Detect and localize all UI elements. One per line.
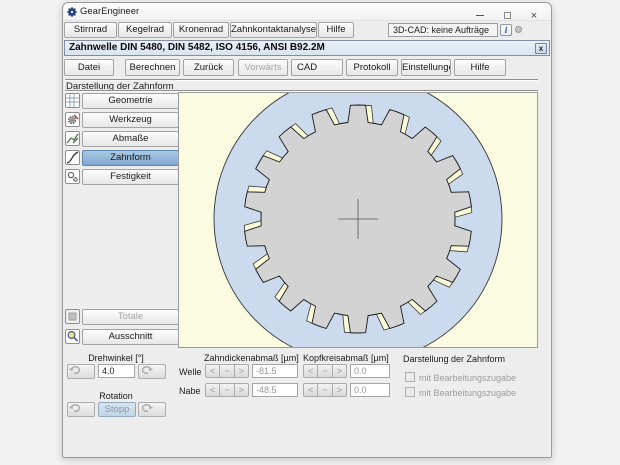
nabe-abmass-input[interactable] [252, 383, 298, 397]
toolbar-datei[interactable]: Datei [64, 59, 114, 76]
drehwinkel-input[interactable] [98, 364, 135, 378]
sidebar-item-zahnform[interactable]: Zahnform [82, 150, 179, 166]
toolbar-berechnen[interactable]: Berechnen [125, 59, 180, 76]
tab-title: Zahnwelle DIN 5480, DIN 5482, ISO 4156, … [69, 42, 325, 53]
sidebar-item-festigkeit[interactable]: Festigkeit [82, 169, 179, 185]
curve-icon [65, 150, 80, 165]
bearbeitungszugabe-checkbox-2[interactable] [405, 387, 415, 397]
info-icon[interactable]: i [500, 24, 512, 36]
increase-icon[interactable]: > [333, 364, 347, 378]
rotate-cw-icon[interactable] [138, 364, 166, 379]
menu-stirnrad[interactable]: Stirnrad [64, 22, 117, 38]
bearbeitungszugabe-label-1: mit Bearbeitungszugabe [419, 373, 516, 383]
stopp-button[interactable]: Stopp [98, 402, 136, 417]
menu-kronenrad[interactable]: Kronenrad [173, 22, 229, 38]
menu-zahnkontaktanalyse[interactable]: Zahnkontaktanalyse [230, 22, 317, 38]
status-led-icon [515, 26, 522, 33]
reset-icon[interactable]: − [220, 383, 234, 397]
kopfkreis-nabe-input[interactable] [350, 383, 390, 397]
tool-gear-icon [65, 112, 80, 127]
reset-icon[interactable]: − [220, 364, 234, 378]
sidebar-item-geometrie[interactable]: Geometrie [82, 93, 179, 109]
title-bar[interactable]: GearEngineer × [63, 3, 551, 21]
minimize-button[interactable] [473, 6, 487, 18]
decrease-icon[interactable]: < [303, 364, 318, 378]
toolbar-einstellungen[interactable]: Einstellungen [401, 59, 451, 76]
bearbeitungszugabe-label-2: mit Bearbeitungszugabe [419, 388, 516, 398]
decrease-icon[interactable]: < [205, 364, 220, 378]
zahndicken-label: Zahndickenabmaß [µm] [204, 353, 299, 363]
square-icon [65, 309, 80, 324]
menu-hilfe[interactable]: Hilfe [318, 22, 354, 38]
tab-close-icon[interactable]: x [535, 43, 547, 54]
rotation-label: Rotation [67, 391, 165, 401]
app-gear-icon [67, 7, 77, 17]
nabe-spinner[interactable]: < − > [205, 383, 249, 397]
kopfkreis-nabe-spinner[interactable]: < − > [303, 383, 347, 397]
ausschnitt-button[interactable]: Ausschnitt [82, 329, 179, 345]
kopfkreis-label: Kopfkreisabmaß [µm] [303, 353, 389, 363]
toolbar-cad[interactable]: CAD [291, 59, 343, 76]
toolbar-hilfe[interactable]: Hilfe [454, 59, 506, 76]
kopfkreis-welle-spinner[interactable]: < − > [303, 364, 347, 378]
tolerance-icon [65, 131, 80, 146]
window-title: GearEngineer [80, 6, 139, 17]
rotation-ccw-icon[interactable] [67, 402, 95, 417]
grid-icon [65, 93, 80, 108]
welle-label: Welle [179, 367, 201, 377]
app-window: GearEngineer × Stirnrad Kegelrad Kronenr… [62, 2, 552, 458]
decrease-icon[interactable]: < [205, 383, 220, 397]
cad-status: 3D-CAD: keine Aufträge [388, 23, 498, 37]
strength-icon [65, 169, 80, 184]
magnifier-icon [65, 329, 80, 344]
darstellung-label: Darstellung der Zahnform [403, 354, 505, 364]
nabe-label: Nabe [179, 386, 201, 396]
sidebar-item-abmasse[interactable]: Abmaße [82, 131, 179, 147]
welle-abmass-input[interactable] [252, 364, 298, 378]
close-button[interactable]: × [527, 6, 541, 18]
increase-icon[interactable]: > [235, 364, 249, 378]
welle-spinner[interactable]: < − > [205, 364, 249, 378]
toolbar-protokoll[interactable]: Protokoll [346, 59, 398, 76]
decrease-icon[interactable]: < [303, 383, 318, 397]
totale-button[interactable]: Totale [82, 309, 179, 325]
toolbar-vorwaerts[interactable]: Vorwärts [238, 59, 288, 76]
maximize-button[interactable] [500, 6, 514, 18]
rotation-cw-icon[interactable] [138, 402, 166, 417]
increase-icon[interactable]: > [235, 383, 249, 397]
drehwinkel-label: Drehwinkel [°] [67, 353, 165, 363]
bearbeitungszugabe-checkbox-1[interactable] [405, 372, 415, 382]
rotate-ccw-icon[interactable] [67, 364, 95, 379]
kopfkreis-welle-input[interactable] [350, 364, 390, 378]
increase-icon[interactable]: > [333, 383, 347, 397]
menu-kegelrad[interactable]: Kegelrad [118, 22, 172, 38]
reset-icon[interactable]: − [318, 364, 332, 378]
document-tab[interactable]: Zahnwelle DIN 5480, DIN 5482, ISO 4156, … [64, 40, 550, 56]
toolbar-zurueck[interactable]: Zurück [183, 59, 234, 76]
sidebar-item-werkzeug[interactable]: Werkzeug [82, 112, 179, 128]
reset-icon[interactable]: − [318, 383, 332, 397]
gear-view-canvas[interactable] [178, 92, 538, 348]
